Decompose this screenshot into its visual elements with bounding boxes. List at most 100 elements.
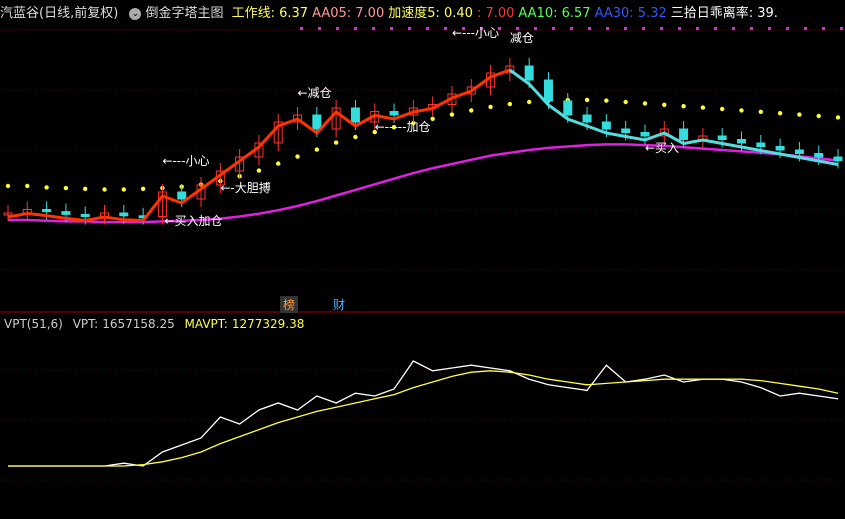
header-dot — [804, 27, 807, 30]
header-dot — [390, 27, 393, 30]
annotation-label: ←-大胆搏 — [220, 181, 270, 195]
candle-body — [119, 212, 129, 217]
candle-body — [543, 79, 553, 102]
mavpt-line — [8, 370, 839, 467]
annotation-label: ←---小心 — [162, 154, 209, 168]
header-dot — [768, 27, 771, 30]
cai-button[interactable]: 财 — [330, 296, 348, 313]
candle-body — [756, 142, 766, 147]
candle-body — [80, 213, 90, 217]
working-line-dot — [140, 186, 146, 191]
annotation-label: ←减仓 — [298, 86, 332, 100]
candle-body — [601, 121, 611, 130]
annotation-label: 减仓 — [510, 31, 534, 45]
header-dot — [642, 27, 645, 30]
header-dot — [534, 27, 537, 30]
working-line-dot — [816, 113, 821, 119]
candle-body — [389, 111, 399, 116]
working-line-dot — [44, 185, 49, 190]
header-dot — [624, 27, 627, 30]
header-dot — [354, 27, 357, 30]
header-dot — [336, 27, 339, 30]
working-line-dot — [333, 140, 339, 145]
working-line-dot — [662, 102, 667, 108]
candle-body — [679, 128, 689, 140]
working-line-dot — [681, 104, 686, 109]
header-dot — [588, 27, 591, 30]
working-line-dot — [719, 106, 725, 112]
candle-body — [312, 114, 322, 130]
working-line-dot — [526, 99, 532, 105]
header-dot — [426, 27, 429, 30]
working-line-dot — [469, 108, 474, 113]
working-line-dot — [604, 98, 609, 103]
working-line-dot — [314, 147, 320, 152]
candle-body — [42, 209, 52, 213]
working-line-dot — [353, 134, 358, 140]
candle-body — [61, 211, 71, 215]
working-line-dot — [507, 101, 513, 107]
working-line-dot — [642, 101, 648, 106]
sub-header: VPT(51,6) VPT: 1657158.25 MAVPT: 1277329.3… — [4, 315, 310, 333]
annotation-label: ←买入 — [645, 141, 679, 155]
mavpt-value: 1277329.38 — [231, 317, 305, 331]
working-line-dot — [739, 108, 744, 113]
candle-body — [736, 139, 746, 144]
header-dot — [678, 27, 681, 30]
header-dot — [750, 27, 753, 30]
header-dot — [444, 27, 447, 30]
header-dot — [660, 27, 663, 30]
header-dot — [822, 27, 825, 30]
candle-body — [177, 191, 187, 200]
candle-body — [582, 114, 592, 123]
candle-body — [350, 107, 360, 123]
candle-body — [794, 149, 804, 154]
header-dot — [516, 27, 519, 30]
working-line-dot — [835, 115, 841, 120]
candle-body — [621, 128, 631, 133]
working-line-dot — [63, 185, 69, 191]
header-dot — [840, 27, 843, 30]
working-line-dot — [449, 112, 455, 117]
trend-up-line — [7, 68, 511, 223]
working-line-dot — [295, 154, 300, 159]
working-line-dot — [256, 168, 262, 173]
working-line-dot — [623, 99, 628, 105]
working-line-dot — [488, 104, 493, 110]
working-line-dot — [121, 187, 127, 192]
bang-button[interactable]: 榜 — [280, 296, 299, 313]
working-line-dot — [25, 183, 30, 189]
header-dot — [606, 27, 609, 30]
candle-body — [524, 65, 534, 81]
working-line-dot — [777, 111, 783, 116]
header-dot — [696, 27, 699, 30]
header-dot — [570, 27, 573, 30]
candle-body — [814, 153, 824, 158]
vpt-label: VPT: — [72, 317, 99, 331]
candle-body — [833, 156, 843, 161]
annotation-label: ←-----加仓 — [375, 120, 431, 134]
working-line-dot — [102, 187, 107, 192]
mavpt-label: MAVPT: — [184, 317, 228, 331]
annotation-label: ←买入加仓 — [164, 214, 222, 228]
working-line-dot — [83, 186, 88, 191]
working-line-dot — [276, 161, 281, 166]
header-dot — [372, 27, 375, 30]
candle-body — [563, 100, 573, 116]
header-dot — [786, 27, 789, 30]
working-line-dot — [700, 105, 706, 110]
vpt-indicator-name: VPT(51,6) — [4, 317, 63, 331]
header-dot — [714, 27, 717, 30]
header-dot — [552, 27, 555, 30]
ma30-line — [8, 143, 839, 224]
working-line-dot — [758, 109, 763, 115]
candle-body — [775, 146, 785, 151]
header-dot — [318, 27, 321, 30]
vpt-line — [8, 360, 839, 467]
working-line-dot — [797, 112, 802, 117]
candle-body — [717, 135, 727, 140]
annotation-label: ←---小心 — [452, 26, 499, 40]
working-line-dot — [5, 183, 11, 189]
chart-canvas: ←买入加仓←-大胆搏←---小心←减仓←-----加仓←---小心 减仓←买入 — [0, 26, 845, 481]
candle-body — [640, 132, 650, 137]
